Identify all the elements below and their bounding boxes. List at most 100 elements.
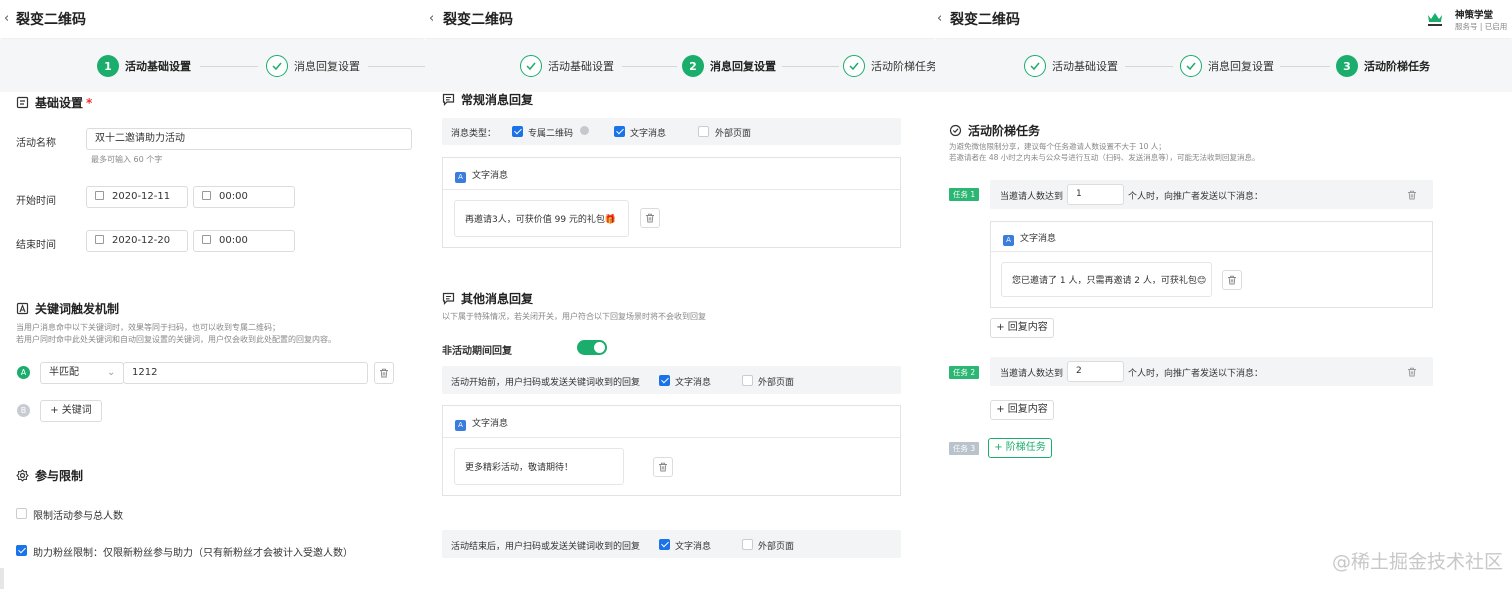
add-ladder-task-button[interactable]: + 阶梯任务 xyxy=(988,438,1052,458)
card-title: A 文字消息 xyxy=(455,416,508,431)
trash-icon xyxy=(1228,275,1236,285)
card-title-text: 文字消息 xyxy=(472,419,509,429)
match-mode-value: 半匹配 xyxy=(49,367,79,378)
panel-basic-settings: ‹ 裂变二维码 1 活动基础设置 消息回复设置 基础设置 * 活动名称 双十二邀… xyxy=(0,0,425,589)
section-title-ladder: 活动阶梯任务 xyxy=(949,122,1040,139)
card-title-text: 文字消息 xyxy=(1020,234,1057,244)
check-icon xyxy=(843,55,865,77)
back-icon[interactable]: ‹ xyxy=(4,11,9,26)
task-1-tag: 任务 1 xyxy=(949,188,980,201)
chevron-down-icon: ⌄ xyxy=(107,367,116,378)
trash-icon xyxy=(659,462,667,472)
task-2-prefix: 当邀请人数达到 xyxy=(1000,369,1064,379)
add-keyword-button[interactable]: + 关键词 xyxy=(40,400,102,422)
back-icon[interactable]: ‹ xyxy=(429,11,434,26)
step-basic[interactable]: 1 活动基础设置 xyxy=(97,54,191,78)
required-mark: * xyxy=(86,95,93,110)
inactive-reply-toggle[interactable] xyxy=(577,340,607,355)
delete-task-2-button[interactable] xyxy=(1402,362,1422,382)
delete-keyword-button[interactable] xyxy=(374,362,394,384)
card-title: A 文字消息 xyxy=(1003,231,1056,246)
add-reply-button[interactable]: + 回复内容 xyxy=(990,318,1054,338)
step-label: 消息回复设置 xyxy=(1208,60,1274,73)
step-ladder[interactable]: 活动阶梯任务 xyxy=(843,54,935,78)
section-title-text: 参与限制 xyxy=(35,469,84,483)
page-header: ‹ 裂变二维码 xyxy=(0,0,425,38)
task-3-tag: 任务 3 xyxy=(949,442,980,455)
section-title-keyword: 关键词触发机制 xyxy=(16,300,119,317)
end-time-value: 00:00 xyxy=(219,235,248,246)
step-label: 消息回复设置 xyxy=(294,60,360,73)
step-number: 3 xyxy=(1336,55,1358,77)
page-title: 裂变二维码 xyxy=(950,12,1020,28)
task-2-tag: 任务 2 xyxy=(949,366,980,379)
add-reply-button[interactable]: + 回复内容 xyxy=(990,400,1054,420)
scrollbar[interactable] xyxy=(0,568,4,589)
exclusive-qrcode-checkbox[interactable] xyxy=(512,126,523,137)
step-reply[interactable]: 消息回复设置 xyxy=(266,54,360,78)
back-icon[interactable]: ‹ xyxy=(937,11,942,26)
end-time-input[interactable]: 00:00 xyxy=(193,230,295,252)
end-date-input[interactable]: 2020-12-20 xyxy=(86,230,188,252)
section-title-basic: 基础设置 * xyxy=(16,94,92,111)
message-type-bar xyxy=(442,118,901,145)
new-fans-only-label: 助力粉丝限制：仅限新粉丝参与助力（只有新粉丝才会被计入受邀人数） xyxy=(33,548,353,559)
keyword-input[interactable]: 1212 xyxy=(123,362,368,384)
name-hint: 最多可输入 60 个字 xyxy=(91,155,163,164)
after-text-checkbox[interactable] xyxy=(659,539,670,550)
trash-icon xyxy=(1408,190,1416,200)
delete-message-button[interactable] xyxy=(640,208,660,228)
delete-task-1-button[interactable] xyxy=(1402,185,1422,205)
after-page-checkbox[interactable] xyxy=(742,539,753,550)
step-basic[interactable]: 活动基础设置 xyxy=(1024,54,1118,78)
step-ladder[interactable]: 3 活动阶梯任务 xyxy=(1336,54,1430,78)
document-icon xyxy=(16,96,29,109)
inactive-reply-label: 非活动期间回复 xyxy=(442,346,512,357)
message-content[interactable]: 您已邀请了 1 人，只需再邀请 2 人，可获礼包😊 xyxy=(1001,262,1212,297)
stepper: 1 活动基础设置 消息回复设置 xyxy=(0,40,425,92)
section-title-regular: 常规消息回复 xyxy=(442,91,533,108)
external-page-checkbox[interactable] xyxy=(698,126,709,137)
task-1-suffix: 个人时，向推广者发送以下消息： xyxy=(1128,192,1264,202)
check-icon xyxy=(1024,55,1046,77)
start-time-input[interactable]: 00:00 xyxy=(193,186,295,208)
step-connector xyxy=(1125,66,1173,67)
keyword-add-marker: B xyxy=(17,404,30,417)
step-basic[interactable]: 活动基础设置 xyxy=(520,54,614,78)
step-connector xyxy=(782,66,839,67)
activity-name-input[interactable]: 双十二邀请助力活动 xyxy=(86,128,412,150)
before-text-card: A 文字消息 更多精彩活动，敬请期待！ xyxy=(442,405,901,496)
task-1-prefix: 当邀请人数达到 xyxy=(1000,192,1064,202)
step-reply[interactable]: 2 消息回复设置 xyxy=(682,54,776,78)
limit-total-label: 限制活动参与总人数 xyxy=(33,511,123,522)
step-label: 消息回复设置 xyxy=(710,60,776,73)
match-mode-select[interactable]: 半匹配 ⌄ xyxy=(40,362,124,384)
message-content[interactable]: 再邀请3人，可获价值 99 元的礼包🎁 xyxy=(454,200,629,237)
message-content[interactable]: 更多精彩活动，敬请期待！ xyxy=(454,448,624,485)
before-page-checkbox[interactable] xyxy=(742,375,753,386)
before-text-checkbox[interactable] xyxy=(659,375,670,386)
calendar-icon xyxy=(95,235,104,244)
limit-total-checkbox[interactable] xyxy=(16,508,27,519)
task-1-count-input[interactable]: 1 xyxy=(1067,184,1124,205)
step-label: 活动阶梯任务 xyxy=(871,60,935,73)
step-connector xyxy=(1280,66,1330,67)
new-fans-only-checkbox[interactable] xyxy=(16,545,27,556)
step-reply[interactable]: 消息回复设置 xyxy=(1180,54,1274,78)
start-date-value: 2020-12-11 xyxy=(112,191,171,202)
text-message-icon: A xyxy=(455,420,466,431)
stepper: 活动基础设置 2 消息回复设置 活动阶梯任务 xyxy=(425,40,935,92)
delete-message-button[interactable] xyxy=(653,457,673,477)
start-date-input[interactable]: 2020-12-11 xyxy=(86,186,188,208)
trash-icon xyxy=(646,213,654,223)
end-date-value: 2020-12-20 xyxy=(112,235,171,246)
task-2-count-input[interactable]: 2 xyxy=(1067,361,1124,382)
card-title-text: 文字消息 xyxy=(472,171,509,181)
section-title-other: 其他消息回复 xyxy=(442,290,533,307)
other-hint: 以下属于特殊情况，若关闭开关，用户符合以下回复场景时将不会收到回复 xyxy=(442,312,706,321)
end-label: 结束时间 xyxy=(16,240,56,251)
text-message-checkbox[interactable] xyxy=(614,126,625,137)
delete-message-button[interactable] xyxy=(1222,270,1242,290)
info-icon[interactable] xyxy=(580,126,589,135)
text-message-icon: A xyxy=(455,172,466,183)
